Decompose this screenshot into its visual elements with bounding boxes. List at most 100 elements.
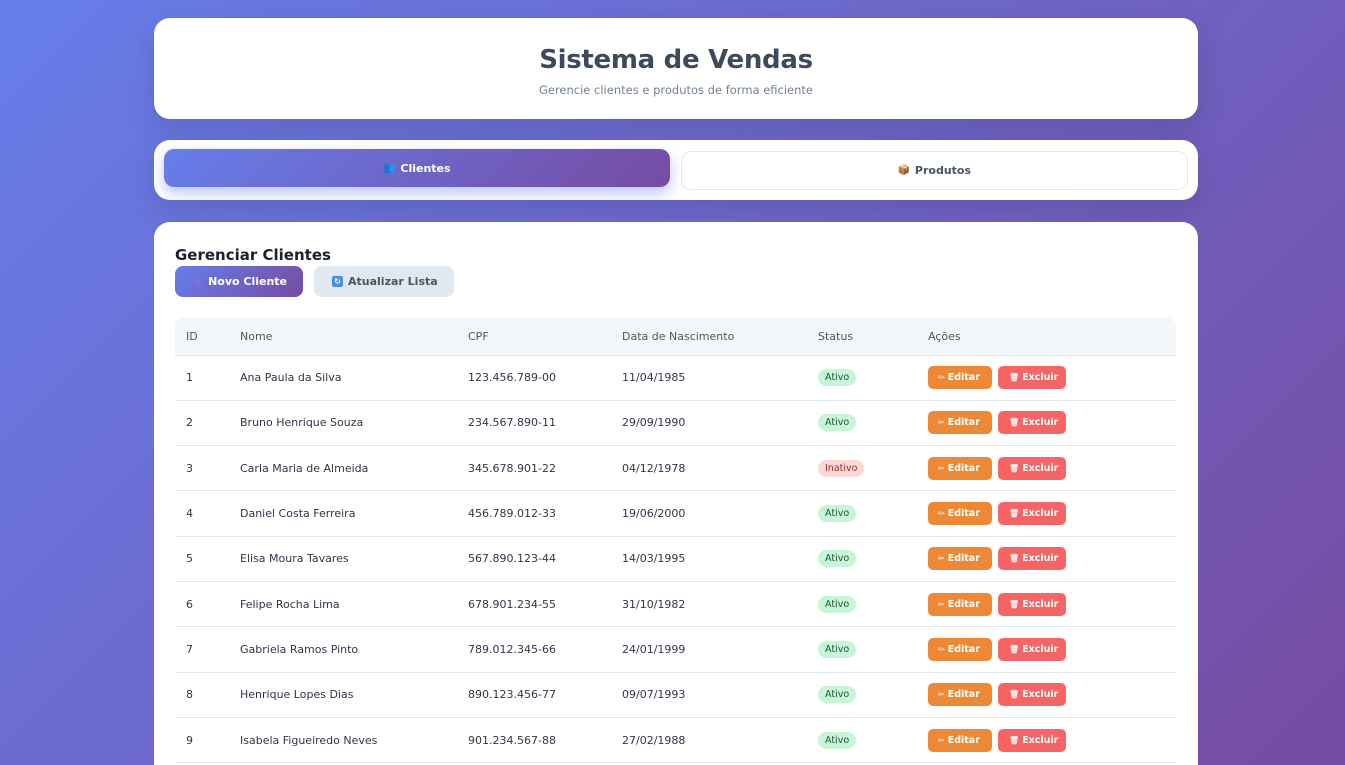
delete-button[interactable]: 🗑 Excluir [998, 683, 1066, 707]
clients-table: ID Nome CPF Data de Nascimento Status Aç… [175, 318, 1176, 764]
edit-button[interactable]: ✏ Editar [928, 411, 992, 435]
status-badge: Inativo [818, 459, 865, 477]
cell-status: Ativo [807, 400, 917, 447]
cell-status: Ativo [807, 490, 917, 537]
pencil-icon: ✏ [938, 690, 945, 700]
cell-status: Inativo [807, 445, 917, 492]
table-row: 9 Isabela Figueiredo Neves 901.234.567-88 2… [175, 717, 1176, 764]
trash-icon: 🗑 [1009, 509, 1020, 519]
delete-button[interactable]: 🗑 Excluir [998, 411, 1066, 435]
cell-id: 4 [175, 490, 229, 537]
cell-nascimento: 29/09/1990 [611, 400, 807, 447]
delete-button[interactable]: 🗑 Excluir [998, 456, 1066, 480]
cell-cpf: 789.012.345-66 [457, 626, 611, 673]
delete-button[interactable]: 🗑 Excluir [998, 547, 1066, 571]
col-header-acoes: Ações [917, 318, 1176, 356]
status-badge: Ativo [818, 640, 857, 658]
pencil-icon: ✏ [938, 554, 945, 564]
cell-id: 3 [175, 445, 229, 492]
delete-button[interactable]: 🗑 Excluir [998, 366, 1066, 390]
status-badge: Ativo [818, 369, 857, 387]
edit-label: Editar [947, 643, 980, 655]
trash-icon: 🗑 [1009, 735, 1020, 745]
cell-nome: Daniel Costa Ferreira [229, 490, 457, 537]
cell-nome: Ana Paula da Silva [229, 355, 457, 401]
delete-label: Excluir [1022, 643, 1059, 655]
trash-icon: 🗑 [1009, 554, 1020, 564]
edit-label: Editar [947, 553, 980, 565]
header-card: Sistema de Vendas Gerencie clientes e pr… [154, 18, 1198, 119]
edit-label: Editar [947, 372, 980, 384]
edit-button[interactable]: ✏ Editar [928, 592, 992, 616]
delete-button[interactable]: 🗑 Excluir [998, 637, 1066, 661]
pencil-icon: ✏ [938, 735, 945, 745]
delete-label: Excluir [1022, 598, 1059, 610]
cell-cpf: 123.456.789-00 [457, 355, 611, 401]
table-row: 8 Henrique Lopes Dias 890.123.456-77 09/07/… [175, 672, 1176, 718]
pencil-icon: ✏ [938, 509, 945, 519]
status-badge: Ativo [818, 505, 857, 523]
col-header-cpf[interactable]: CPF [457, 318, 611, 356]
cell-id: 2 [175, 400, 229, 447]
cell-status: Ativo [807, 672, 917, 718]
refresh-list-button[interactable]: ↻ Atualizar Lista [314, 266, 454, 297]
delete-label: Excluir [1022, 462, 1059, 474]
cell-id: 6 [175, 581, 229, 628]
cell-status: Ativo [807, 717, 917, 764]
trash-icon: 🗑 [1009, 418, 1020, 428]
cell-cpf: 901.234.567-88 [457, 717, 611, 764]
cell-nascimento: 11/04/1985 [611, 355, 807, 401]
cell-nascimento: 31/10/1982 [611, 581, 807, 628]
delete-button[interactable]: 🗑 Excluir [998, 592, 1066, 616]
edit-button[interactable]: ✏ Editar [928, 547, 992, 571]
edit-label: Editar [947, 689, 980, 701]
cell-id: 9 [175, 717, 229, 764]
section-title: Gerenciar Clientes [175, 246, 331, 264]
cell-cpf: 678.901.234-55 [457, 581, 611, 628]
cell-cpf: 345.678.901-22 [457, 445, 611, 492]
cell-actions: ✏ Editar 🗑 Excluir [917, 536, 1176, 582]
trash-icon: 🗑 [1009, 690, 1020, 700]
table-row: 4 Daniel Costa Ferreira 456.789.012-33 19/0… [175, 490, 1176, 537]
status-badge: Ativo [818, 595, 857, 613]
delete-button[interactable]: 🗑 Excluir [998, 728, 1066, 752]
edit-label: Editar [947, 598, 980, 610]
cell-nascimento: 09/07/1993 [611, 672, 807, 718]
edit-button[interactable]: ✏ Editar [928, 366, 992, 390]
col-header-nome[interactable]: Nome [229, 318, 457, 356]
edit-button[interactable]: ✏ Editar [928, 637, 992, 661]
col-header-nascimento[interactable]: Data de Nascimento [611, 318, 807, 356]
new-client-button[interactable]: + Novo Cliente [175, 266, 304, 297]
cell-actions: ✏ Editar 🗑 Excluir [917, 581, 1176, 628]
delete-label: Excluir [1022, 508, 1059, 520]
col-header-id[interactable]: ID [175, 318, 229, 356]
edit-label: Editar [947, 417, 980, 429]
tab-label: Produtos [914, 164, 972, 177]
col-header-status[interactable]: Status [807, 318, 917, 356]
edit-button[interactable]: ✏ Editar [928, 456, 992, 480]
delete-button[interactable]: 🗑 Excluir [998, 502, 1066, 526]
cell-actions: ✏ Editar 🗑 Excluir [917, 445, 1176, 492]
edit-label: Editar [947, 462, 980, 474]
package-icon: 📦 [897, 165, 910, 176]
delete-label: Excluir [1022, 689, 1059, 701]
edit-button[interactable]: ✏ Editar [928, 502, 992, 526]
table-row: 3 Carla Maria de Almeida 345.678.901-22 04/… [175, 445, 1176, 492]
tab-produtos[interactable]: 📦 Produtos [680, 151, 1188, 190]
trash-icon: 🗑 [1009, 644, 1020, 654]
cell-status: Ativo [807, 536, 917, 582]
cell-status: Ativo [807, 626, 917, 673]
cell-id: 5 [175, 536, 229, 582]
cell-nascimento: 19/06/2000 [611, 490, 807, 537]
status-badge: Ativo [818, 414, 857, 432]
status-badge: Ativo [818, 686, 857, 704]
cell-cpf: 456.789.012-33 [457, 490, 611, 537]
cell-actions: ✏ Editar 🗑 Excluir [917, 400, 1176, 447]
edit-button[interactable]: ✏ Editar [928, 683, 992, 707]
new-client-label: Novo Cliente [208, 275, 288, 288]
edit-label: Editar [947, 508, 980, 520]
edit-button[interactable]: ✏ Editar [928, 728, 992, 752]
cell-nome: Carla Maria de Almeida [229, 445, 457, 492]
table-row: 2 Bruno Henrique Souza 234.567.890-11 29/09… [175, 400, 1176, 447]
tab-clientes[interactable]: 👥 Clientes [164, 149, 670, 187]
